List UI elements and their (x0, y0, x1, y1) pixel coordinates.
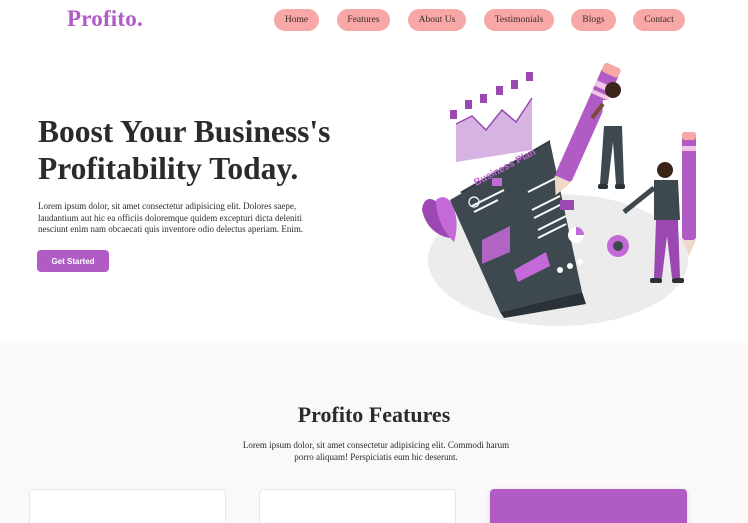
features-section: Profito Features Lorem ipsum dolor, sit … (0, 343, 748, 523)
hero-title: Boost Your Business's Profitability Toda… (38, 114, 331, 186)
board-block (560, 200, 574, 210)
main-nav: Home Features About Us Testimonials Blog… (0, 9, 748, 31)
feature-card[interactable] (29, 489, 226, 523)
features-title: Profito Features (297, 402, 451, 427)
floating-chart-markers (450, 72, 533, 119)
feature-card-highlighted[interactable] (490, 489, 687, 523)
pencil-small (682, 132, 696, 256)
nav-home[interactable]: Home (274, 9, 319, 31)
hero-description: Lorem ipsum dolor, sit amet consectetur … (38, 201, 304, 234)
feature-card[interactable] (259, 489, 456, 523)
nav-features[interactable]: Features (337, 9, 390, 31)
board-block (492, 178, 502, 186)
business-plan-illustration: Business Plan (422, 62, 696, 326)
get-started-button[interactable]: Get Started (37, 250, 109, 272)
features-description: Lorem ipsum dolor, sit amet consectetur … (242, 440, 510, 462)
nav-about-us[interactable]: About Us (408, 9, 466, 31)
nav-contact[interactable]: Contact (633, 9, 685, 31)
nav-testimonials[interactable]: Testimonials (484, 9, 554, 31)
nav-blogs[interactable]: Blogs (571, 9, 616, 31)
